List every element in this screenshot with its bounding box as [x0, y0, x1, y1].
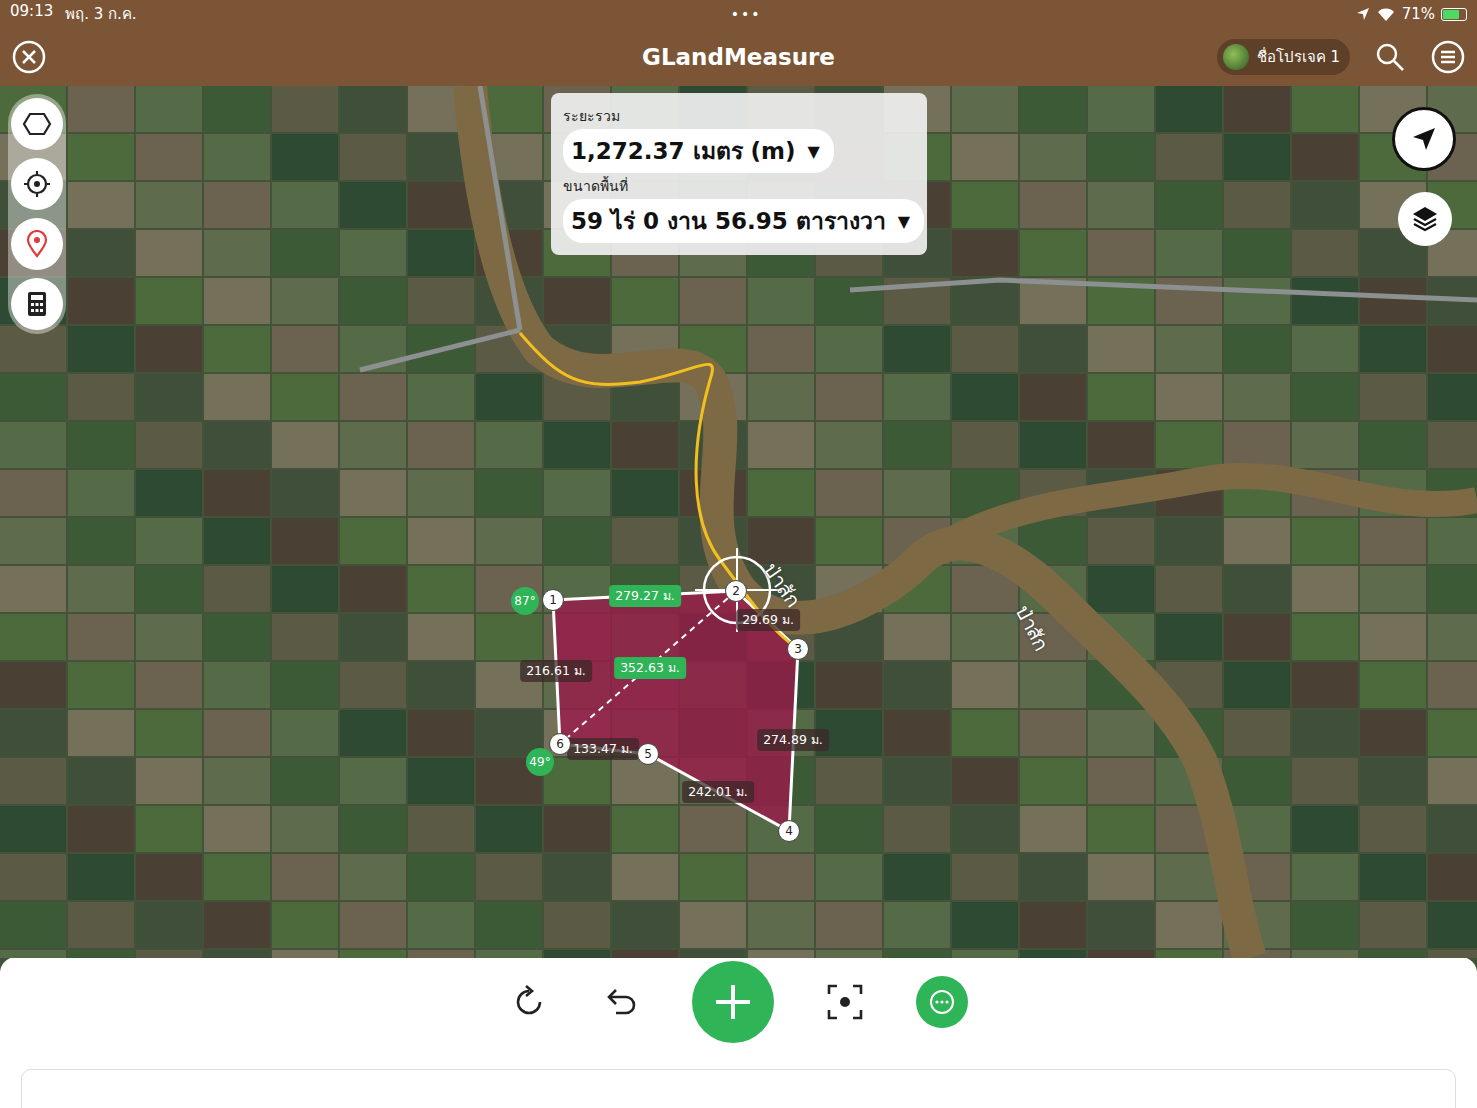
location-icon — [1356, 7, 1370, 21]
screen: 09:13พฤ. 3 ก.ค. ••• 71% GLandMeasure ชื่อโปร… — [0, 0, 1477, 1108]
toolbar — [510, 957, 968, 1045]
status-icons: 71% — [1356, 5, 1467, 23]
search-icon[interactable] — [1374, 41, 1406, 73]
area-dropdown[interactable]: 59 ไร่ 0 งาน 56.95 ตารางวา▼ — [563, 199, 924, 243]
navigation-arrow-icon — [1410, 125, 1438, 153]
navigate-button[interactable] — [1392, 107, 1456, 171]
vertex-pin[interactable]: 6 — [549, 733, 571, 755]
summary-panel: ระยะรวม1,272.37 เมตร (m)▼ขนาดพื้นที่59 ไ… — [551, 93, 927, 255]
app-title: GLandMeasure — [642, 44, 835, 70]
edge-length-label: 279.27 ม. — [609, 585, 681, 607]
edge-length-label: 242.01 ม. — [682, 781, 754, 803]
edge-length-label: 274.89 ม. — [757, 729, 829, 751]
undo-icon[interactable] — [600, 983, 640, 1021]
top-bar: 09:13พฤ. 3 ก.ค. ••• 71% GLandMeasure ชื่อโปร… — [0, 0, 1477, 86]
info-card — [21, 1069, 1456, 1108]
project-avatar-icon — [1223, 44, 1249, 70]
battery-icon — [1441, 8, 1467, 21]
calculator-icon — [26, 290, 48, 318]
area-label: ขนาดพื้นที่ — [563, 175, 628, 197]
edge-length-label: 133.47 ม. — [567, 738, 639, 760]
map[interactable]: ป่าสักป่าสัก279.27 ม.29.69 ม.274.89 ม.24… — [0, 86, 1477, 958]
pin-tool[interactable] — [11, 218, 63, 270]
focus-icon[interactable] — [826, 983, 864, 1021]
vertex-pin[interactable]: 4 — [778, 820, 800, 842]
map-pin-icon — [25, 230, 49, 258]
status-time: 09:13พฤ. 3 ก.ค. — [10, 2, 137, 26]
vertex-pin[interactable]: 5 — [637, 743, 659, 765]
wifi-icon — [1376, 7, 1396, 22]
battery-text: 71% — [1402, 5, 1435, 23]
project-selector[interactable]: ชื่อโปรเจค 1 — [1217, 39, 1350, 75]
status-dots: ••• — [731, 6, 762, 22]
header: GLandMeasure ชื่อโปรเจค 1 — [0, 28, 1477, 86]
angle-badge: 87° — [511, 587, 539, 615]
distance-dropdown[interactable]: 1,272.37 เมตร (m)▼ — [563, 129, 834, 173]
more-button[interactable] — [916, 976, 968, 1028]
close-icon[interactable] — [11, 39, 47, 75]
calculator-tool[interactable] — [11, 278, 63, 330]
menu-icon[interactable] — [1430, 39, 1466, 75]
status-bar: 09:13พฤ. 3 ก.ค. ••• 71% — [0, 0, 1477, 28]
target-icon — [23, 170, 51, 198]
edge-length-label: 216.61 ม. — [520, 660, 592, 682]
bottom-sheet — [0, 957, 1477, 1108]
edge-length-label: 352.63 ม. — [614, 657, 686, 679]
edge-length-label: 29.69 ม. — [736, 609, 800, 631]
shape-tool[interactable] — [11, 98, 63, 150]
vertex-pin[interactable]: 1 — [542, 589, 564, 611]
polygon-icon — [22, 112, 52, 136]
tool-column — [8, 94, 66, 334]
add-point-button[interactable] — [692, 961, 774, 1043]
more-icon — [927, 987, 957, 1017]
refresh-icon[interactable] — [510, 983, 548, 1021]
layers-icon — [1410, 204, 1440, 234]
vertex-pin[interactable]: 3 — [787, 638, 809, 660]
angle-badge: 49° — [526, 748, 554, 776]
locate-tool[interactable] — [11, 158, 63, 210]
vertex-pin[interactable]: 2 — [725, 580, 747, 602]
guide-line — [520, 333, 798, 649]
distance-label: ระยะรวม — [563, 105, 620, 127]
plus-icon — [713, 982, 753, 1022]
layers-button[interactable] — [1398, 192, 1452, 246]
